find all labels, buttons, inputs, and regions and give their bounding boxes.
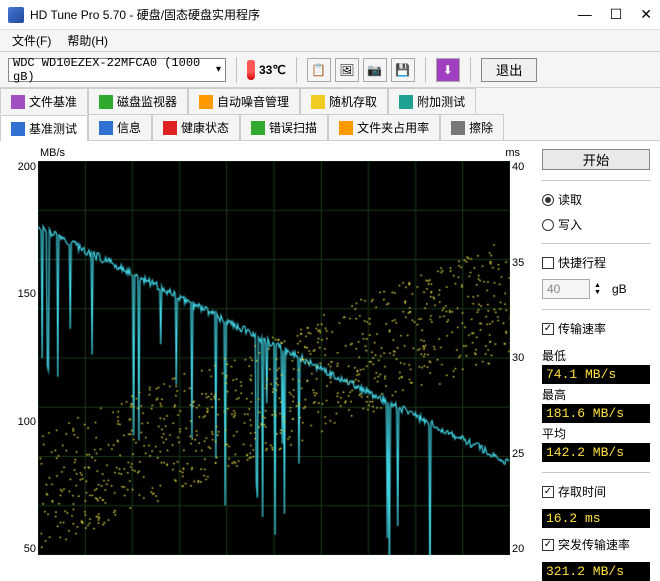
divider [542, 180, 650, 181]
chart [38, 161, 510, 555]
start-button[interactable]: 开始 [542, 149, 650, 170]
tab-icon [11, 122, 25, 136]
tab-文件基准[interactable]: 文件基准 [0, 88, 88, 114]
content: MB/s ms 20015010050 4035302520 开始 读取 写入 … [0, 141, 660, 567]
tab-随机存取[interactable]: 随机存取 [300, 88, 388, 114]
divider [542, 243, 650, 244]
tab-健康状态[interactable]: 健康状态 [152, 114, 240, 140]
temperature: 33℃ [247, 60, 286, 80]
tab-strip: 文件基准磁盘监视器自动噪音管理随机存取附加测试 基准测试信息健康状态错误扫描文件… [0, 88, 660, 141]
transfer-check[interactable]: 传输速率 [542, 320, 650, 337]
burst-value: 321.2 MB/s [542, 562, 650, 581]
shortstroke-spin[interactable]: ▲▼ gB [542, 279, 650, 299]
shortstroke-unit: gB [612, 282, 627, 296]
access-check[interactable]: 存取时间 [542, 483, 650, 500]
exit-button[interactable]: 退出 [481, 58, 538, 82]
tab-icon [199, 95, 213, 109]
y-right-ticks: 4035302520 [512, 161, 530, 555]
maximize-button[interactable]: ☐ [610, 6, 623, 23]
chart-pane: MB/s ms 20015010050 4035302520 [0, 141, 536, 567]
stat-min: 最低 74.1 MB/s 最高 181.6 MB/s 平均 142.2 MB/s [542, 345, 650, 462]
titlebar: HD Tune Pro 5.70 - 硬盘/固态硬盘实用程序 — ☐ ✕ [0, 0, 660, 30]
tab-文件夹占用率[interactable]: 文件夹占用率 [328, 114, 440, 140]
tab-自动噪音管理[interactable]: 自动噪音管理 [188, 88, 300, 114]
drive-select[interactable]: WDC WD10EZEX-22MFCA0 (1000 gB) ▾ [8, 58, 226, 82]
menu-file[interactable]: 文件(F) [6, 30, 57, 51]
read-radio[interactable]: 读取 [542, 191, 650, 208]
tab-擦除[interactable]: 擦除 [440, 114, 504, 140]
divider [542, 309, 650, 310]
tab-icon [163, 121, 177, 135]
radio-icon [542, 194, 554, 206]
checkbox-icon [542, 486, 554, 498]
tab-错误扫描[interactable]: 错误扫描 [240, 114, 328, 140]
tab-icon [251, 121, 265, 135]
shortstroke-check[interactable]: 快捷行程 [542, 254, 650, 271]
options-button[interactable]: ⬇ [436, 58, 460, 82]
divider [470, 57, 471, 83]
save-button[interactable]: 💾 [391, 58, 415, 82]
tab-icon [339, 121, 353, 135]
tab-icon [99, 95, 113, 109]
tab-磁盘监视器[interactable]: 磁盘监视器 [88, 88, 188, 114]
divider [296, 57, 297, 83]
divider [542, 472, 650, 473]
copy-screenshot-button[interactable]: 🖼 [335, 58, 359, 82]
tab-icon [99, 121, 113, 135]
y-left-unit: MB/s [40, 147, 65, 159]
tab-附加测试[interactable]: 附加测试 [388, 88, 476, 114]
window-controls: — ☐ ✕ [578, 6, 652, 23]
tab-icon [451, 121, 465, 135]
divider [425, 57, 426, 83]
tab-icon [311, 95, 325, 109]
tab-信息[interactable]: 信息 [88, 114, 152, 140]
chevron-down-icon: ▾ [216, 64, 221, 76]
checkbox-icon [542, 539, 554, 551]
access-value: 16.2 ms [542, 509, 650, 528]
minimize-button[interactable]: — [578, 6, 592, 23]
y-right-unit: ms [505, 147, 520, 159]
side-panel: 开始 读取 写入 快捷行程 ▲▼ gB 传输速率 最低 74.1 MB/s 最高… [536, 141, 660, 567]
menubar: 文件(F) 帮助(H) [0, 30, 660, 52]
write-radio[interactable]: 写入 [542, 216, 650, 233]
window-title: HD Tune Pro 5.70 - 硬盘/固态硬盘实用程序 [30, 6, 578, 23]
drive-select-value: WDC WD10EZEX-22MFCA0 (1000 gB) [13, 56, 216, 84]
burst-check[interactable]: 突发传输速率 [542, 536, 650, 553]
shortstroke-input [542, 279, 590, 299]
checkbox-icon [542, 323, 554, 335]
toolbar-buttons: 📋 🖼 📷 💾 [307, 58, 415, 82]
toolbar: WDC WD10EZEX-22MFCA0 (1000 gB) ▾ 33℃ 📋 🖼… [0, 52, 660, 88]
menu-help[interactable]: 帮助(H) [61, 30, 114, 51]
chart-canvas [38, 161, 510, 555]
close-button[interactable]: ✕ [640, 6, 652, 23]
thermometer-icon [247, 60, 255, 80]
tab-icon [11, 95, 25, 109]
copy-info-button[interactable]: 📋 [307, 58, 331, 82]
radio-icon [542, 219, 554, 231]
divider [236, 57, 237, 83]
temperature-value: 33℃ [259, 63, 286, 77]
tab-icon [399, 95, 413, 109]
checkbox-icon [542, 257, 554, 269]
y-left-ticks: 20015010050 [8, 161, 36, 555]
screenshot-button[interactable]: 📷 [363, 58, 387, 82]
app-icon [8, 7, 24, 23]
tab-基准测试[interactable]: 基准测试 [0, 115, 88, 141]
spin-buttons: ▲▼ [594, 282, 608, 296]
